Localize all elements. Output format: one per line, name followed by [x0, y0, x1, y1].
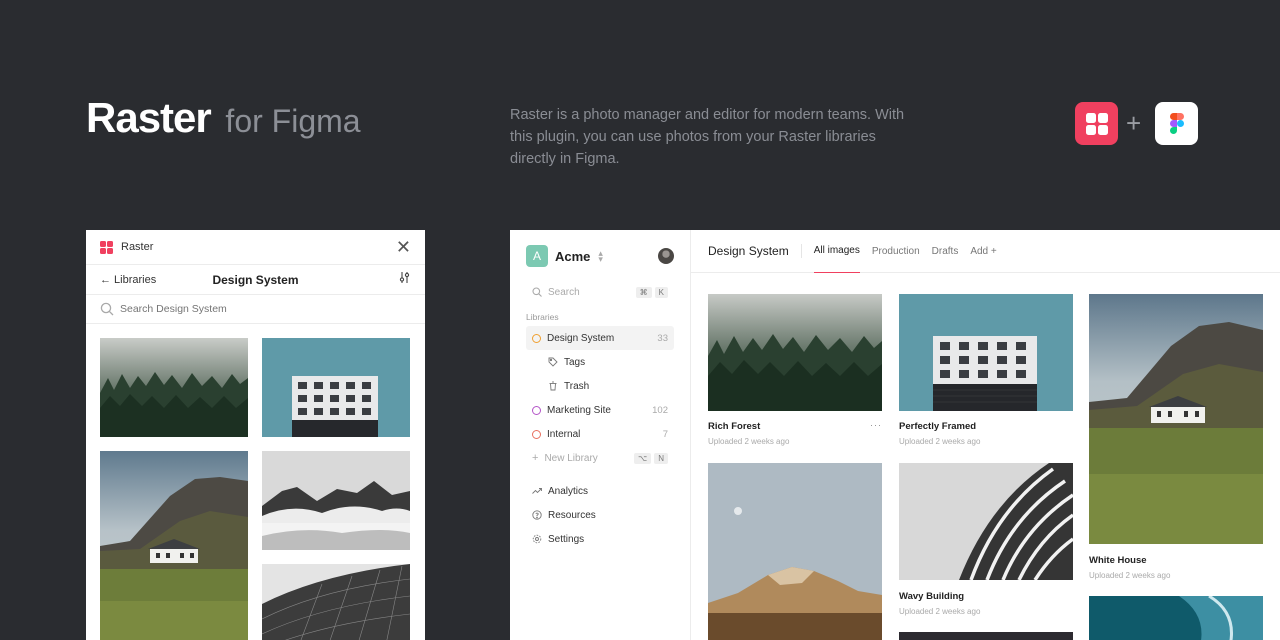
chevron-updown-icon: ▴ ▾: [598, 248, 603, 264]
image-card[interactable]: [899, 632, 1073, 640]
image-card[interactable]: Rich Forest ··· Uploaded 2 weeks ago: [708, 294, 882, 446]
new-library-button[interactable]: + New Library ⌥ N: [526, 446, 674, 470]
image-card-meta: Uploaded 2 weeks ago: [708, 437, 790, 446]
trash-icon: [549, 381, 557, 391]
image-card[interactable]: White House Uploaded 2 weeks ago: [1089, 294, 1263, 584]
image-mountain-thumbnail[interactable]: [262, 451, 410, 550]
avatar[interactable]: [658, 248, 674, 264]
image-building-thumbnail[interactable]: [262, 338, 410, 437]
sidebar-item-label: Design System: [547, 332, 615, 344]
hero-title-sub: for Figma: [225, 103, 361, 139]
image-card-meta: Uploaded 2 weeks ago: [1089, 571, 1171, 580]
page-title: Design System: [708, 244, 802, 258]
tab-all-images[interactable]: All images: [813, 230, 860, 273]
image-forest: [708, 294, 882, 411]
new-library-shortcut: ⌥ N: [634, 452, 668, 464]
image-house: [1089, 294, 1263, 544]
sidebar-search[interactable]: Search ⌘ K: [526, 280, 674, 304]
sidebar-item-label: Tags: [564, 356, 586, 368]
image-wavy-building: [899, 463, 1073, 580]
trend-icon: [532, 488, 542, 494]
filter-sliders-icon[interactable]: [398, 271, 411, 289]
shortcut-key: N: [654, 452, 668, 464]
sidebar-item-label: Analytics: [548, 485, 589, 497]
sidebar-item-label: Marketing Site: [547, 404, 611, 416]
plugin-titlebar: Raster ✕: [86, 230, 425, 265]
library-color-dot: [532, 429, 541, 439]
image-ocean-thumbnail: [1089, 596, 1263, 640]
hero-title: Raster for Figma: [86, 94, 361, 142]
sidebar-item-internal[interactable]: Internal 7: [526, 422, 674, 446]
library-count: 102: [652, 404, 668, 416]
tag-icon: [548, 357, 558, 367]
shortcut-key: K: [654, 286, 668, 298]
plus-icon: +: [532, 452, 539, 464]
hero-description: Raster is a photo manager and editor for…: [510, 107, 905, 167]
new-library-label: New Library: [544, 452, 598, 464]
raster-logo-icon: [100, 240, 113, 254]
image-house-thumbnail[interactable]: [100, 451, 248, 640]
gear-icon: [532, 534, 542, 544]
image-desert-mountain: [708, 463, 882, 640]
sidebar-search-label: Search: [548, 286, 580, 298]
raster-logo-icon: [1075, 102, 1118, 145]
image-forest-thumbnail[interactable]: [100, 338, 248, 437]
image-dark-thumbnail: [899, 632, 1073, 640]
search-icon: [100, 302, 114, 316]
more-options-icon[interactable]: ···: [870, 420, 882, 430]
image-card[interactable]: Perfectly Framed Uploaded 2 weeks ago: [899, 294, 1073, 446]
sidebar-item-tags[interactable]: Tags: [526, 350, 674, 374]
hero-title-main: Raster: [86, 94, 212, 141]
plus-sign: +: [1126, 108, 1142, 138]
sidebar-item-label: Internal: [547, 428, 581, 440]
image-card[interactable]: Wavy Building Uploaded 2 weeks ago: [899, 463, 1073, 618]
sidebar: A Acme ▴ ▾ Search ⌘ K Libraries Design Sy…: [510, 230, 691, 640]
library-count: 33: [657, 332, 668, 344]
sidebar-item-marketing-site[interactable]: Marketing Site 102: [526, 398, 674, 422]
sidebar-item-label: Settings: [548, 533, 585, 545]
app-window: A Acme ▴ ▾ Search ⌘ K Libraries Design Sy…: [510, 230, 1280, 640]
main-header: Design System All images Production Draf…: [691, 230, 1280, 273]
workspace-badge: A: [526, 245, 548, 267]
sidebar-item-settings[interactable]: Settings: [526, 527, 674, 551]
plugin-app-name: Raster: [121, 241, 154, 253]
plugin-nav: ← Libraries Design System: [86, 265, 425, 295]
image-card[interactable]: [1089, 596, 1263, 640]
image-card-title: Rich Forest: [708, 421, 761, 432]
plugin-search-input[interactable]: [120, 303, 370, 315]
add-tab-button[interactable]: Add +: [970, 230, 996, 273]
tab-drafts[interactable]: Drafts: [932, 230, 959, 273]
sidebar-item-resources[interactable]: Resources: [526, 503, 674, 527]
image-card[interactable]: [708, 463, 882, 640]
sidebar-item-trash[interactable]: Trash: [526, 374, 674, 398]
search-shortcut: ⌘ K: [635, 286, 668, 298]
libraries-heading: Libraries: [526, 312, 559, 322]
plugin-panel: Raster ✕ ← Libraries Design System: [86, 230, 425, 640]
image-card-title: White House: [1089, 555, 1147, 566]
help-circle-icon: [532, 510, 542, 520]
back-to-libraries-link[interactable]: ← Libraries: [100, 274, 156, 286]
workspace-name: Acme: [555, 248, 591, 264]
library-count: 7: [662, 428, 668, 440]
workspace-switcher[interactable]: A Acme ▴ ▾: [526, 244, 674, 268]
figma-logo-icon: [1155, 102, 1198, 145]
close-icon[interactable]: ✕: [396, 238, 411, 256]
image-card-title: Perfectly Framed: [899, 421, 977, 432]
library-color-dot: [532, 405, 541, 415]
library-color-dot: [532, 333, 541, 343]
image-card-meta: Uploaded 2 weeks ago: [899, 607, 981, 616]
shortcut-key: ⌘: [635, 286, 652, 298]
sidebar-item-label: Resources: [548, 509, 596, 521]
search-icon: [532, 287, 542, 297]
shortcut-key: ⌥: [634, 452, 652, 464]
sidebar-item-design-system[interactable]: Design System 33: [526, 326, 674, 350]
plugin-search-bar: [86, 295, 425, 324]
sidebar-item-analytics[interactable]: Analytics: [526, 479, 674, 503]
image-card-meta: Uploaded 2 weeks ago: [899, 437, 981, 446]
sidebar-item-label: Trash: [564, 380, 590, 392]
tab-production[interactable]: Production: [872, 230, 920, 273]
image-card-title: Wavy Building: [899, 591, 965, 602]
image-building: [899, 294, 1073, 411]
image-architecture-thumbnail[interactable]: [262, 564, 410, 640]
